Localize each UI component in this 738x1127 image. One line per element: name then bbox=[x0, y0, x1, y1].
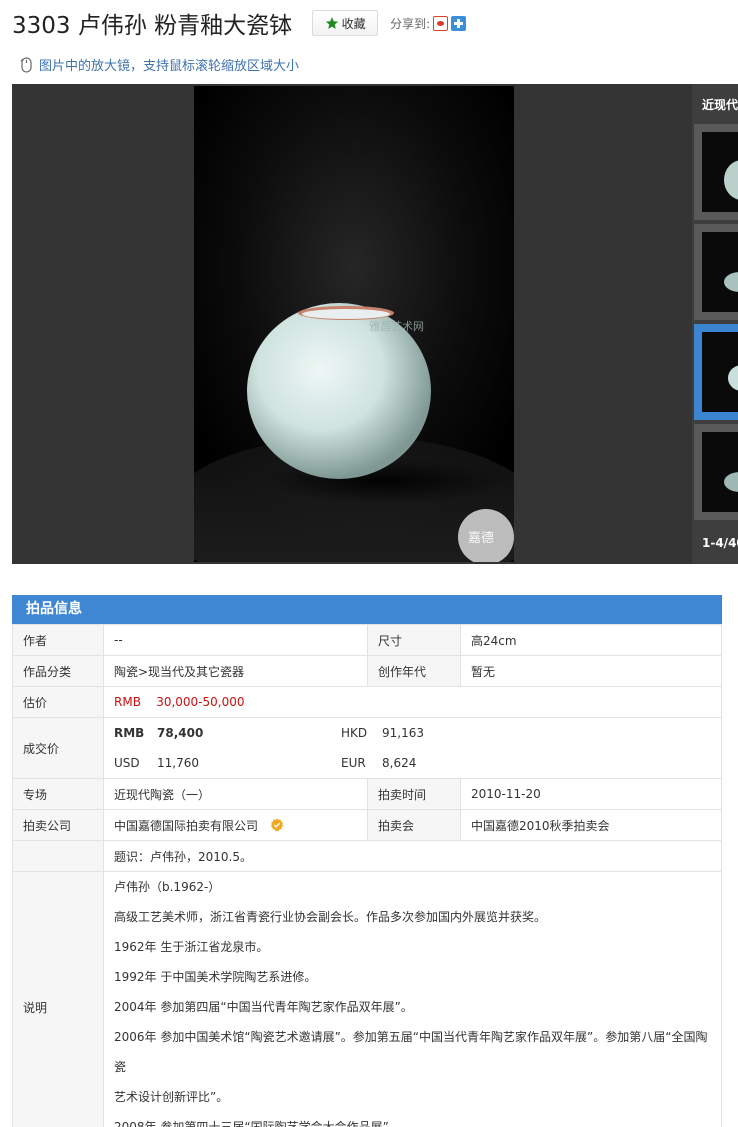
image-viewer: 雅昌艺术网 嘉德 近现代 1-4/40 bbox=[12, 84, 738, 564]
page-title: 3303 卢伟孙 粉青釉大瓷钵 bbox=[12, 13, 293, 39]
inscription-value: 题识：卢伟孙，2010.5。 bbox=[103, 840, 722, 872]
year-value: 暂无 bbox=[460, 655, 722, 687]
thumbnail-2[interactable] bbox=[694, 224, 738, 320]
thumbnail-1[interactable] bbox=[694, 124, 738, 220]
hkd-value: 91,163 bbox=[382, 726, 424, 740]
description-line: 1992年 于中国美术学院陶艺系进修。 bbox=[114, 970, 317, 984]
sold-price-cell: RMB 78,400 HKD 91,163 USD 11,760 EUR 8,6… bbox=[103, 717, 722, 779]
thumbnail-panel: 近现代 1-4/40 bbox=[692, 84, 738, 564]
zoom-tip: 图片中的放大镜，支持鼠标滚轮缩放区域大小 bbox=[20, 55, 299, 74]
share-label: 分享到: bbox=[390, 16, 431, 31]
eur-value: 8,624 bbox=[382, 756, 417, 770]
estimate-label: 估价 bbox=[12, 686, 104, 718]
description-cell: 卢伟孙（b.1962-） 高级工艺美术师，浙江省青瓷行业协会副会长。作品多次参加… bbox=[103, 871, 722, 1127]
table-row: 专场 近现代陶瓷（一） 拍卖时间 2010-11-20 bbox=[12, 778, 722, 810]
session-value[interactable]: 近现代陶瓷（一） bbox=[103, 778, 368, 810]
verified-badge-icon bbox=[270, 818, 283, 831]
thumbnail-3-active[interactable] bbox=[694, 324, 738, 420]
star-icon bbox=[325, 17, 338, 29]
title-row: 3303 卢伟孙 粉青釉大瓷钵 收藏 分享到: bbox=[12, 8, 467, 39]
author-value: -- bbox=[103, 624, 368, 656]
lot-info-header: 拍品信息 bbox=[12, 595, 722, 624]
description-line: 1962年 生于浙江省龙泉市。 bbox=[114, 940, 269, 954]
table-row: 作者 -- 尺寸 高24cm bbox=[12, 624, 722, 656]
description-label: 说明 bbox=[12, 871, 104, 1127]
auction-date-value: 2010-11-20 bbox=[460, 778, 722, 810]
company-label: 拍卖公司 bbox=[12, 809, 104, 841]
favorite-label: 收藏 bbox=[341, 16, 366, 31]
table-row: 估价 RMB 30,000-50,000 bbox=[12, 686, 722, 718]
company-value[interactable]: 中国嘉德国际拍卖有限公司 bbox=[114, 819, 258, 833]
zoom-tip-text: 图片中的放大镜，支持鼠标滚轮缩放区域大小 bbox=[39, 59, 300, 74]
hkd-currency: HKD bbox=[341, 726, 368, 740]
category-value[interactable]: 陶瓷>现当代及其它瓷器 bbox=[103, 655, 368, 687]
description-line: 2006年 参加中国美术馆“陶瓷艺术邀请展”。参加第五届“中国当代青年陶艺家作品… bbox=[114, 1030, 708, 1074]
svg-text:嘉德: 嘉德 bbox=[468, 531, 494, 546]
inscription-label bbox=[12, 840, 104, 872]
share-bar: 分享到: bbox=[390, 15, 467, 32]
rmb-currency: RMB bbox=[114, 726, 145, 740]
table-row: 题识：卢伟孙，2010.5。 bbox=[12, 840, 722, 872]
eur-currency: EUR bbox=[341, 756, 366, 770]
author-label: 作者 bbox=[12, 624, 104, 656]
thumbnail-count: 1-4/40 bbox=[702, 536, 738, 550]
mouse-icon bbox=[20, 56, 32, 73]
lot-info-table: 作者 -- 尺寸 高24cm 作品分类 陶瓷>现当代及其它瓷器 创作年代 暂无 … bbox=[12, 624, 722, 1127]
auction-date-label: 拍卖时间 bbox=[367, 778, 461, 810]
estimate-currency: RMB bbox=[114, 695, 141, 709]
more-share-icon[interactable] bbox=[451, 15, 467, 31]
usd-currency: USD bbox=[114, 756, 140, 770]
svg-text:雅昌艺术网: 雅昌艺术网 bbox=[369, 319, 424, 333]
auction-value[interactable]: 中国嘉德2010秋季拍卖会 bbox=[460, 809, 722, 841]
size-label: 尺寸 bbox=[367, 624, 461, 656]
table-row: 作品分类 陶瓷>现当代及其它瓷器 创作年代 暂无 bbox=[12, 655, 722, 687]
thumbnail-4[interactable] bbox=[694, 424, 738, 520]
description-line: 高级工艺美术师，浙江省青瓷行业协会副会长。作品多次参加国内外展览并获奖。 bbox=[114, 910, 547, 924]
description-line: 艺术设计创新评比”。 bbox=[114, 1090, 229, 1104]
category-label: 作品分类 bbox=[12, 655, 104, 687]
sold-price-label: 成交价 bbox=[12, 717, 104, 779]
description-line: 2008年 参加第四十三届“国际陶艺学会大会作品展”。 bbox=[114, 1120, 401, 1127]
weibo-share-icon[interactable] bbox=[433, 15, 449, 31]
description-line: 卢伟孙（b.1962-） bbox=[114, 880, 221, 894]
session-label: 专场 bbox=[12, 778, 104, 810]
company-cell: 中国嘉德国际拍卖有限公司 bbox=[103, 809, 368, 841]
thumbnail-panel-title: 近现代 bbox=[702, 98, 738, 112]
rmb-value: 78,400 bbox=[157, 726, 204, 740]
usd-value: 11,760 bbox=[157, 756, 199, 770]
estimate-value-cell: RMB 30,000-50,000 bbox=[103, 686, 722, 718]
main-photo[interactable]: 雅昌艺术网 嘉德 bbox=[194, 86, 514, 562]
favorite-button[interactable]: 收藏 bbox=[312, 10, 379, 36]
estimate-value: 30,000-50,000 bbox=[156, 695, 245, 709]
bowl-photo-image: 雅昌艺术网 嘉德 bbox=[194, 86, 514, 562]
table-row: 成交价 RMB 78,400 HKD 91,163 USD 11,760 EUR… bbox=[12, 717, 722, 779]
year-label: 创作年代 bbox=[367, 655, 461, 687]
description-line: 2004年 参加第四届“中国当代青年陶艺家作品双年展”。 bbox=[114, 1000, 413, 1014]
table-row: 说明 卢伟孙（b.1962-） 高级工艺美术师，浙江省青瓷行业协会副会长。作品多… bbox=[12, 871, 722, 1127]
size-value: 高24cm bbox=[460, 624, 722, 656]
table-row: 拍卖公司 中国嘉德国际拍卖有限公司 拍卖会 中国嘉德2010秋季拍卖会 bbox=[12, 809, 722, 841]
auction-label: 拍卖会 bbox=[367, 809, 461, 841]
